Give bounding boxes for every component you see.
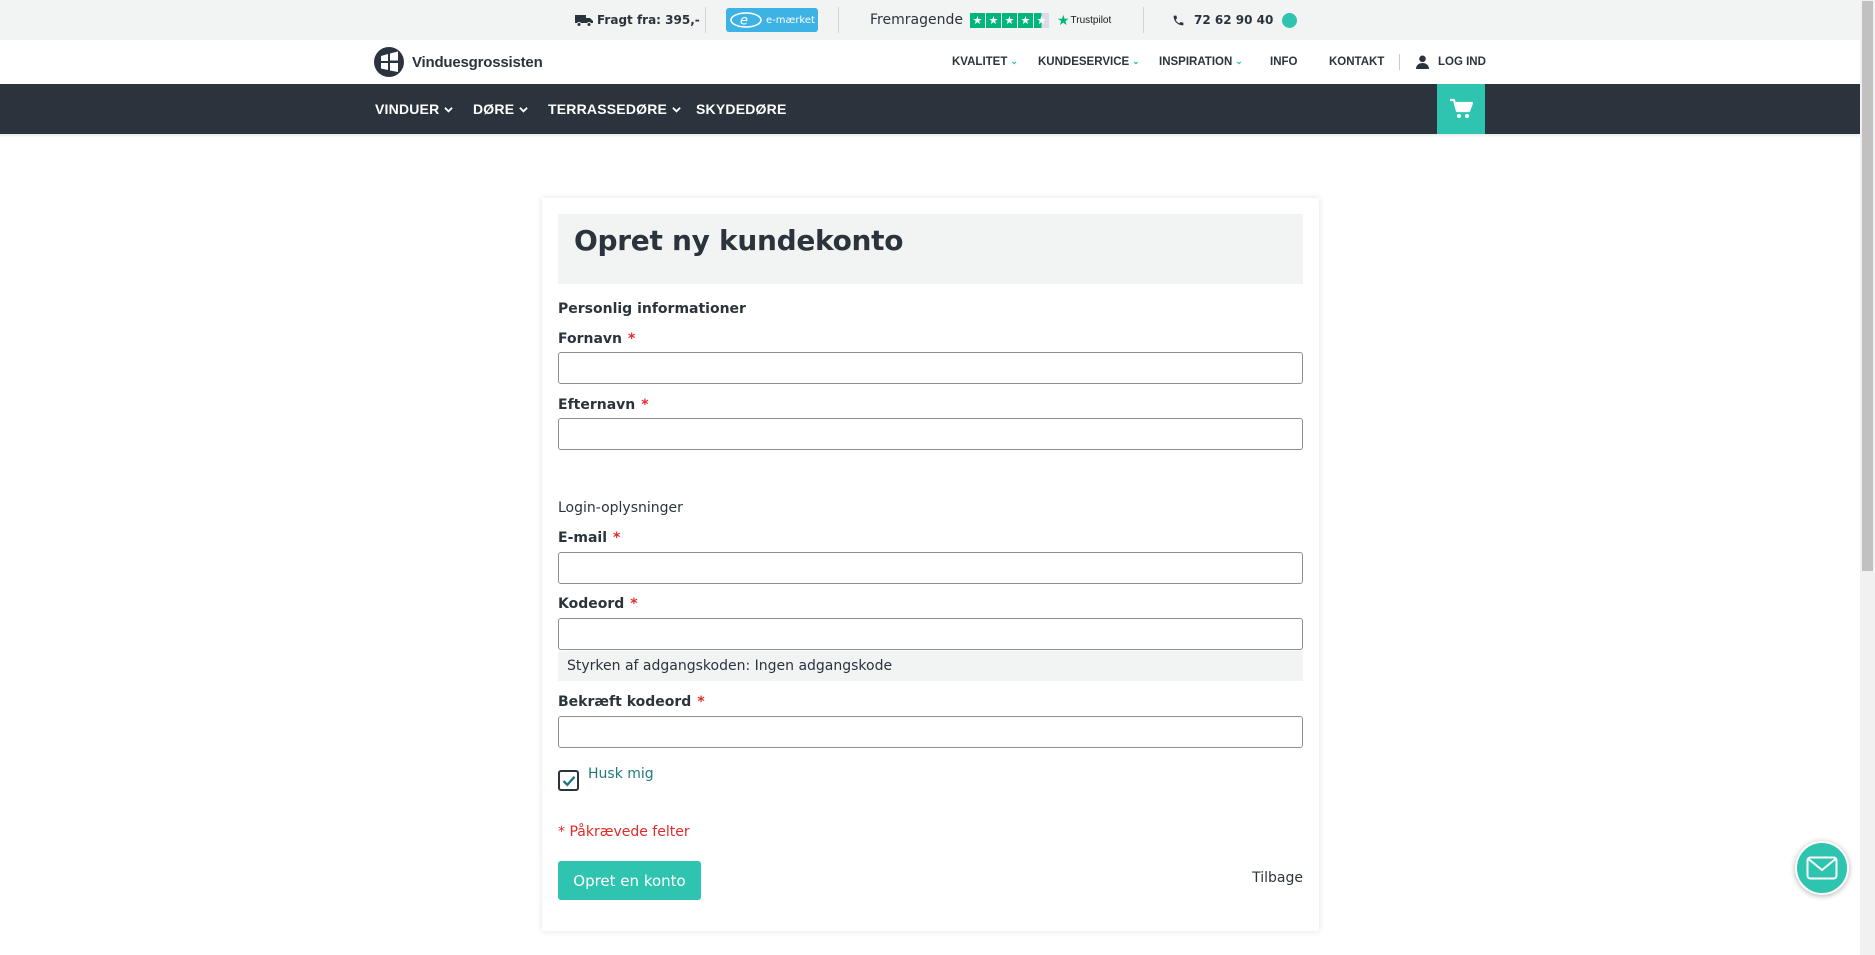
create-account-card: Opret ny kundekonto Personlig informatio… (542, 198, 1319, 931)
nav-doere[interactable]: DØRE (473, 84, 528, 134)
half-star-icon: ★ (1033, 12, 1049, 28)
required-marker: * (628, 331, 636, 347)
required-marker: * (613, 530, 621, 546)
trustpilot-star-icon: ★ (1056, 11, 1070, 28)
phone-number: 72 62 90 40 (1194, 13, 1274, 27)
nav-terrassedoere-label: TERRASSEDØRE (548, 101, 668, 117)
nav-kvalitet-label: KVALITET (952, 56, 1008, 68)
page-scrollbar[interactable] (1860, 0, 1875, 955)
personal-info-heading: Personlig informationer (558, 301, 746, 317)
password-strength-text: Styrken af adgangskoden: Ingen adgangsko… (567, 658, 893, 674)
online-status-dot (1282, 12, 1298, 28)
nav-info[interactable]: INFO (1270, 40, 1297, 84)
phone-contact[interactable]: 72 62 90 40 (1172, 0, 1298, 40)
confirm-password-label: Bekræft kodeord * (558, 694, 705, 710)
user-icon (1416, 55, 1429, 69)
nav-kvalitet[interactable]: KVALITET ⌄ (952, 40, 1018, 84)
required-marker: * (697, 694, 705, 710)
back-link[interactable]: Tilbage (1252, 870, 1303, 886)
top-info-bar: Fragt fra: 395,- e e-mærket Fremragende … (0, 0, 1860, 40)
nav-skydedoere[interactable]: SKYDEDØRE (696, 84, 786, 134)
nav-inspiration-label: INSPIRATION (1159, 56, 1233, 68)
login-info-heading: Login-oplysninger (558, 500, 683, 516)
create-account-button[interactable]: Opret en konto (558, 861, 701, 900)
nav-vinduer[interactable]: VINDUER (375, 84, 454, 134)
email-label: E-mail * (558, 530, 620, 546)
nav-kontakt[interactable]: KONTAKT (1329, 40, 1384, 84)
svg-text:e: e (740, 14, 748, 29)
nav-shadow (0, 134, 1860, 138)
trustpilot-stars: ★ ★ ★ ★ ★ (969, 12, 1049, 28)
site-header: Vinduesgrossisten KVALITET ⌄ KUNDESERVIC… (0, 40, 1860, 84)
firstname-label-text: Fornavn (558, 331, 623, 347)
scrollbar-thumb[interactable] (1862, 1, 1873, 571)
star-icon: ★ (969, 12, 985, 28)
divider (1399, 54, 1400, 70)
email-label-text: E-mail (558, 530, 608, 546)
nav-skydedoere-label: SKYDEDØRE (696, 101, 787, 117)
emaerket-label: e-mærket (766, 14, 815, 26)
lastname-label: Efternavn * (558, 397, 649, 413)
password-label-text: Kodeord (558, 596, 625, 612)
nav-kundeservice[interactable]: KUNDESERVICE ⌄ (1038, 40, 1140, 84)
login-label: LOG IND (1438, 56, 1486, 68)
password-strength-meter: Styrken af adgangskoden: Ingen adgangsko… (558, 651, 1303, 681)
confirm-password-input[interactable] (558, 716, 1303, 748)
star-icon: ★ (1017, 12, 1033, 28)
nav-doere-label: DØRE (473, 101, 515, 117)
remember-me-checkbox[interactable] (558, 770, 579, 791)
cart-icon (1450, 98, 1473, 118)
required-fields-note: * Påkrævede felter (558, 824, 690, 840)
cart-button[interactable] (1437, 84, 1485, 134)
password-input[interactable] (558, 618, 1303, 650)
checkmark-icon (562, 775, 575, 787)
divider (705, 7, 706, 33)
firstname-label: Fornavn * (558, 331, 635, 347)
login-link[interactable]: LOG IND (1416, 40, 1486, 84)
divider (838, 7, 839, 33)
nav-terrassedoere[interactable]: TERRASSEDØRE (548, 84, 681, 134)
emaerket-badge[interactable]: e e-mærket (726, 8, 818, 32)
chevron-down-icon: ⌄ (1132, 55, 1140, 66)
shipping-info: Fragt fra: 395,- (575, 0, 700, 40)
star-icon: ★ (985, 12, 1001, 28)
confirm-password-label-text: Bekræft kodeord (558, 694, 692, 710)
nav-info-label: INFO (1270, 56, 1298, 68)
remember-me-label[interactable]: Husk mig (588, 766, 654, 782)
logo-text: Vinduesgrossisten (412, 53, 543, 71)
lastname-label-text: Efternavn (558, 397, 636, 413)
password-label: Kodeord * (558, 596, 638, 612)
truck-icon (575, 14, 593, 27)
nav-inspiration[interactable]: INSPIRATION ⌄ (1159, 40, 1243, 84)
email-input[interactable] (558, 552, 1303, 584)
divider (1143, 7, 1144, 33)
page-title: Opret ny kundekonto (574, 224, 904, 257)
nav-kundeservice-label: KUNDESERVICE (1038, 56, 1130, 68)
envelope-icon (1806, 856, 1838, 880)
trustpilot-rating-text: Fremragende (870, 12, 963, 28)
trustpilot-widget[interactable]: Fremragende ★ ★ ★ ★ ★ ★ Trustpilot (870, 0, 1111, 40)
main-navigation: VINDUER DØRE TERRASSEDØRE SKYDEDØRE (0, 84, 1860, 134)
chevron-down-icon (672, 106, 681, 113)
logo-window-icon (374, 47, 404, 77)
nav-vinduer-label: VINDUER (375, 101, 440, 117)
page-title-box: Opret ny kundekonto (558, 214, 1303, 284)
chat-button[interactable] (1795, 841, 1849, 895)
lastname-input[interactable] (558, 418, 1303, 450)
required-marker: * (641, 397, 649, 413)
chevron-down-icon (519, 106, 528, 113)
star-icon: ★ (1001, 12, 1017, 28)
firstname-input[interactable] (558, 352, 1303, 384)
nav-kontakt-label: KONTAKT (1329, 56, 1385, 68)
emaerket-eye-icon: e (730, 12, 762, 28)
site-logo[interactable]: Vinduesgrossisten (374, 47, 543, 77)
phone-icon (1173, 15, 1184, 25)
trustpilot-logo: ★ Trustpilot (1057, 12, 1111, 29)
chevron-down-icon: ⌄ (1235, 55, 1243, 66)
shipping-text: Fragt fra: 395,- (597, 13, 700, 27)
chevron-down-icon (444, 106, 454, 113)
chevron-down-icon: ⌄ (1010, 55, 1018, 66)
trustpilot-brand: Trustpilot (1070, 14, 1112, 26)
required-marker: * (630, 596, 638, 612)
